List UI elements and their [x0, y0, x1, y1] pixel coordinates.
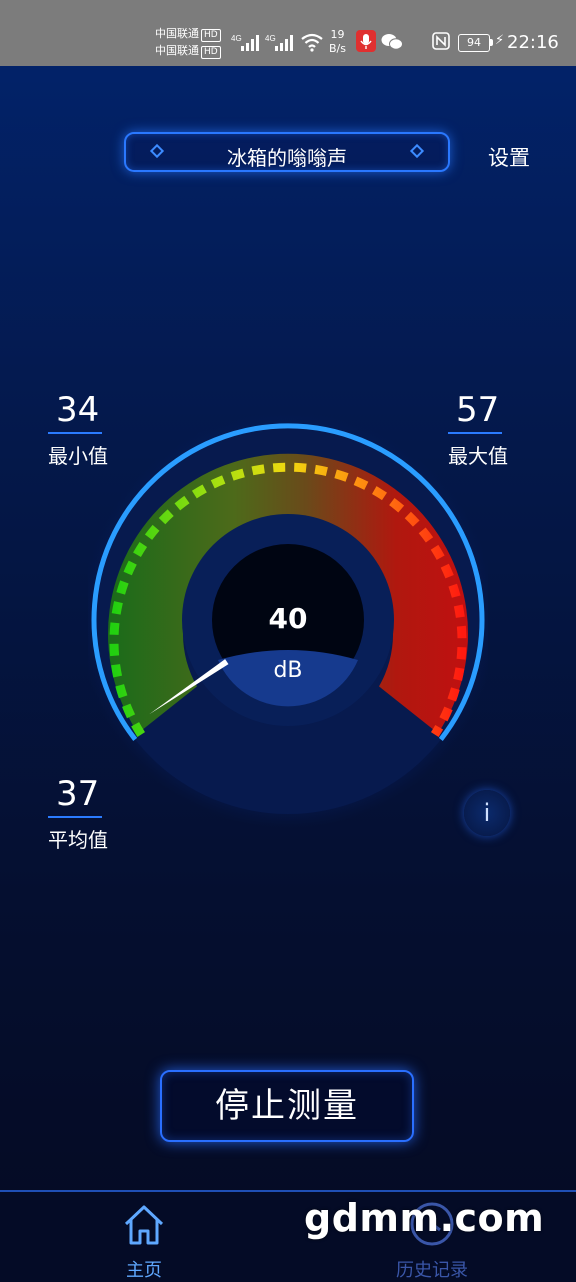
status-bar: 中国联通 HD 中国联通 HD 4G 4G 19 B/s 94 ⚡ 22:16 [0, 0, 576, 66]
signal-icon-2: 4G [265, 34, 293, 51]
nav-home-label: 主页 [126, 1260, 162, 1281]
carrier-1: 中国联通 [155, 27, 199, 40]
info-button[interactable]: i [464, 790, 510, 836]
battery-tip [490, 39, 493, 46]
hd-badge-1: HD [201, 29, 221, 42]
network-speed: 19 B/s [329, 28, 346, 56]
wifi-icon [301, 33, 323, 52]
nfc-icon [432, 32, 450, 50]
nav-history-label: 历史记录 [396, 1260, 468, 1281]
home-icon [124, 1205, 164, 1245]
settings-button[interactable]: 设置 [488, 142, 530, 172]
carrier-info: 中国联通 HD 中国联通 HD [155, 25, 221, 59]
wechat-icon [381, 34, 403, 50]
clock: 22:16 [507, 32, 559, 53]
carrier-2: 中国联通 [155, 44, 199, 57]
hd-badge-2: HD [201, 46, 221, 59]
decibel-unit: dB [273, 658, 303, 683]
net-type-1: 4G [231, 34, 242, 43]
current-decibel-reading: 40 [268, 602, 308, 635]
battery-icon: 94 [458, 34, 490, 52]
speed-value: 19 [330, 28, 345, 41]
signal-icon-1: 4G [231, 34, 259, 51]
charging-icon: ⚡ [495, 33, 505, 48]
net-type-2: 4G [265, 34, 276, 43]
sound-source-selector[interactable]: 冰箱的嗡嗡声 [124, 132, 450, 172]
watermark: gdmm.com [304, 1196, 545, 1240]
sound-source-title: 冰箱的嗡嗡声 [227, 146, 347, 170]
mic-icon [356, 30, 376, 52]
stop-measure-button[interactable]: 停止测量 [160, 1070, 414, 1142]
speed-unit: B/s [329, 42, 346, 55]
